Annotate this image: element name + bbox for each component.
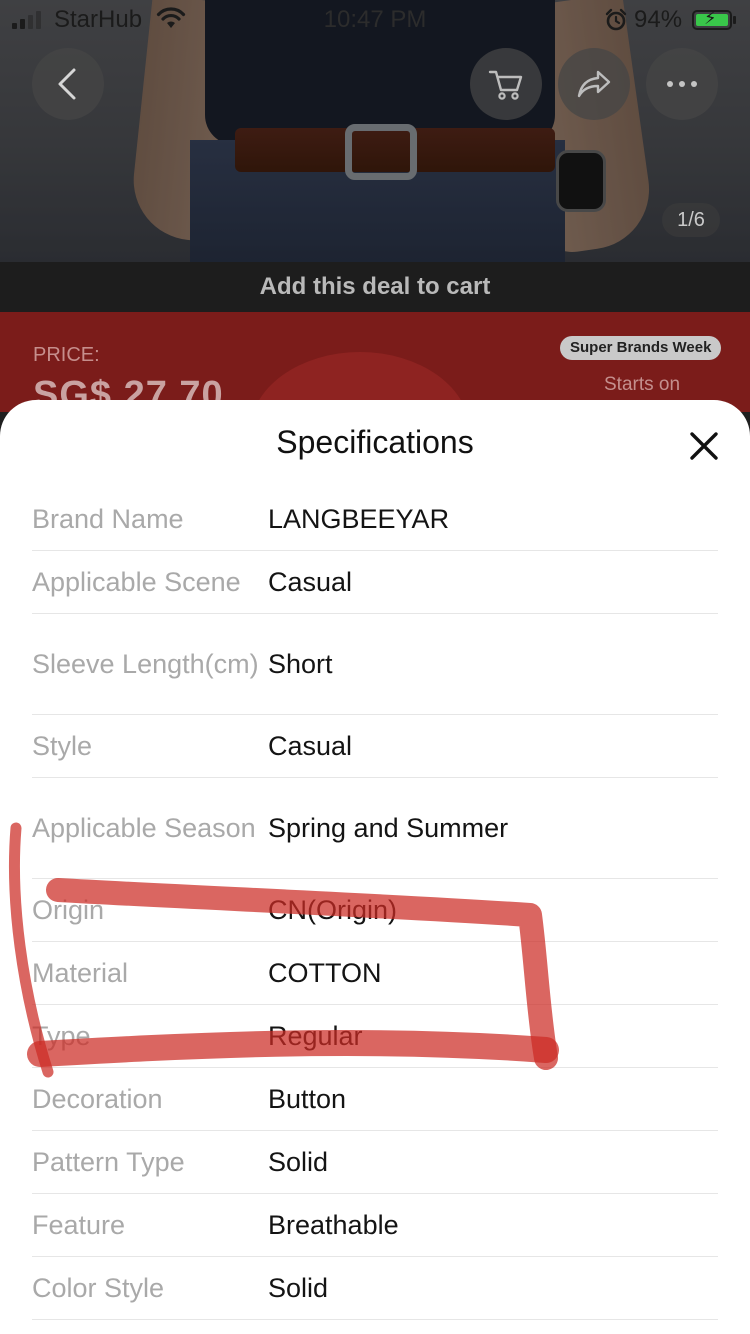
back-button[interactable]	[32, 48, 104, 120]
spec-row: Material COTTON	[32, 942, 718, 1005]
photo-counter: 1/6	[662, 203, 720, 237]
cart-icon	[488, 70, 523, 100]
spec-key: Style	[32, 731, 93, 761]
spec-value: Regular	[268, 1021, 363, 1051]
sheet-title: Specifications	[276, 424, 474, 460]
spec-key: Feature	[32, 1210, 126, 1240]
specifications-sheet: Specifications Brand Name LANGBEEYAR App…	[0, 400, 750, 1334]
back-icon	[58, 68, 76, 100]
add-deal-to-cart-button[interactable]: Add this deal to cart	[0, 262, 750, 312]
price-banner: PRICE: SG$ 27.70 Super Brands Week Start…	[0, 312, 750, 412]
spec-value: Short	[268, 649, 333, 679]
spec-row: Type Regular	[32, 1005, 718, 1068]
spec-value: Solid	[268, 1147, 329, 1177]
spec-value: LANGBEEYAR	[268, 504, 450, 534]
spec-row: Color Style Solid	[32, 1257, 718, 1320]
battery-icon: ⚡	[692, 8, 736, 30]
spec-key: Decoration	[32, 1084, 163, 1114]
spec-value: Spring and Summer	[268, 813, 509, 843]
status-time: 10:47 PM	[323, 6, 427, 33]
share-button[interactable]	[558, 48, 630, 120]
spec-value: Casual	[268, 567, 353, 597]
promo-badge: Super Brands Week	[560, 336, 722, 360]
spec-key: Material	[32, 958, 129, 988]
spec-key: Pattern Type	[32, 1147, 185, 1177]
spec-key: Color Style	[32, 1273, 165, 1303]
cellular-signal-icon	[12, 11, 41, 29]
spec-row: Brand Name LANGBEEYAR	[32, 488, 718, 551]
spec-value: Casual	[268, 731, 353, 761]
spec-key: Sleeve Length(cm)	[32, 649, 259, 679]
spec-value: Breathable	[268, 1210, 399, 1240]
spec-row: Pattern Type Solid	[32, 1131, 718, 1194]
spec-key: Brand Name	[32, 504, 184, 534]
spec-value: Solid	[268, 1273, 329, 1303]
status-bar: StarHub 10:47 PM 94% ⚡	[0, 0, 750, 40]
spec-key: Applicable Season	[32, 813, 256, 843]
spec-row: Sleeve Length(cm) Short	[32, 614, 718, 715]
spec-row: Feature Breathable	[32, 1194, 718, 1257]
more-options-button[interactable]	[646, 48, 718, 120]
more-icon	[667, 81, 697, 87]
spec-row: Style Casual	[32, 715, 718, 778]
alarm-icon	[604, 8, 628, 39]
battery-percent: 94%	[634, 6, 683, 33]
spec-row: Applicable Season Spring and Summer	[32, 778, 718, 879]
price-label: PRICE:	[33, 344, 100, 366]
spec-key: Type	[32, 1021, 91, 1051]
close-icon	[690, 432, 718, 460]
spec-value: Button	[268, 1084, 347, 1114]
promo-starts-on: Starts on	[604, 374, 681, 395]
spec-key: Origin	[32, 895, 105, 925]
spec-value: CN(Origin)	[268, 895, 398, 925]
spec-value: COTTON	[268, 958, 382, 988]
wifi-icon	[156, 6, 186, 37]
close-button[interactable]	[686, 428, 722, 464]
spec-row: Applicable Scene Casual	[32, 551, 718, 614]
spec-row: Origin CN(Origin)	[32, 879, 718, 942]
spec-list: Brand Name LANGBEEYAR Applicable Scene C…	[32, 488, 718, 1320]
share-icon	[577, 70, 611, 98]
spec-row: Decoration Button	[32, 1068, 718, 1131]
carrier-name: StarHub	[54, 6, 143, 33]
spec-key: Applicable Scene	[32, 567, 241, 597]
cart-button[interactable]	[470, 48, 542, 120]
